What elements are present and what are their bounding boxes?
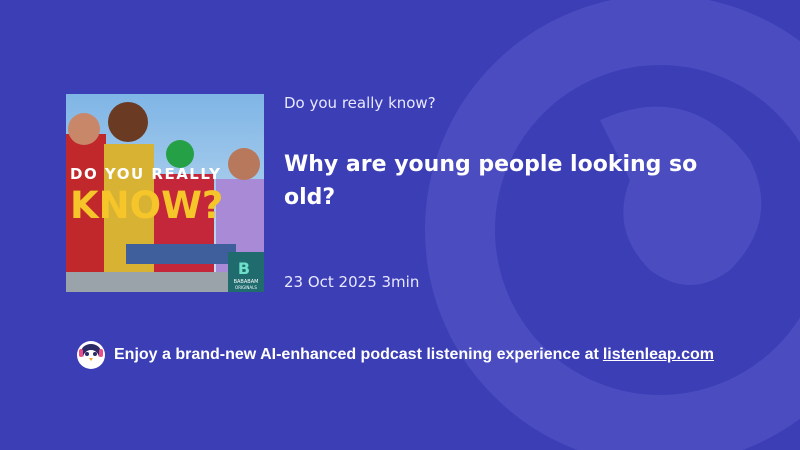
brand-sub: ORIGINALS — [235, 285, 257, 290]
promo-footer: Enjoy a brand-new AI-enhanced podcast li… — [76, 340, 714, 370]
show-title[interactable]: Do you really know? — [284, 94, 436, 112]
penguin-mascot-icon — [77, 341, 105, 369]
promo-text: Enjoy a brand-new AI-enhanced podcast li… — [114, 346, 599, 363]
episode-date: 23 Oct 2025 — [284, 273, 377, 291]
cover-title-line2: KNOW? — [70, 184, 223, 227]
episode-meta: 23 Oct 2025 3min — [284, 273, 419, 291]
podcast-cover-art: DO YOU REALLY KNOW? B BABABAM ORIGINALS — [66, 94, 264, 292]
episode-title[interactable]: Why are young people looking so old? — [284, 148, 754, 214]
svg-text:B: B — [238, 259, 250, 278]
listenleap-link[interactable]: listenleap.com — [603, 346, 714, 364]
episode-duration: 3min — [381, 273, 420, 291]
cover-title-line1: DO YOU REALLY — [70, 165, 221, 183]
